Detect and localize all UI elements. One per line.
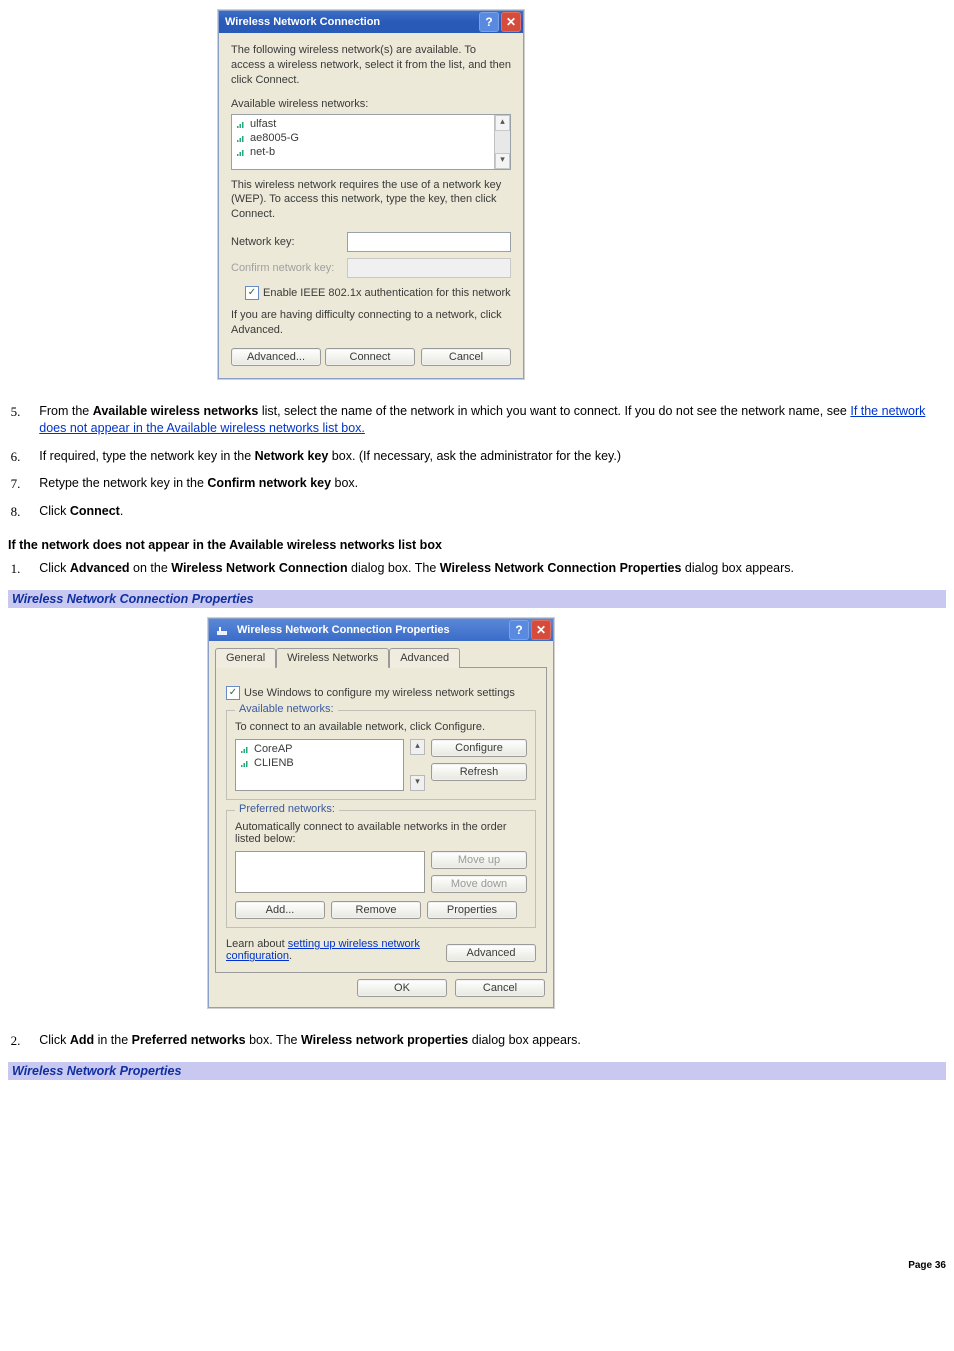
page-number: Page 36: [8, 1260, 946, 1271]
scroll-up-icon[interactable]: ▴: [495, 115, 510, 131]
list-item: Retype the network key in the Confirm ne…: [39, 475, 946, 493]
preferred-networks-list[interactable]: [235, 851, 425, 893]
dialog-titlebar: Wireless Network Connection ? ✕: [219, 11, 523, 33]
help-icon[interactable]: ?: [509, 620, 529, 640]
scrollbar[interactable]: ▴ ▾: [494, 115, 510, 169]
network-name: ae8005-G: [250, 132, 299, 144]
help-icon[interactable]: ?: [479, 12, 499, 32]
available-desc: To connect to an available network, clic…: [235, 721, 527, 733]
wep-note: This wireless network requires the use o…: [231, 178, 511, 223]
cancel-button[interactable]: Cancel: [421, 348, 511, 366]
confirm-key-input: [347, 258, 511, 278]
list-item: Click Advanced on the Wireless Network C…: [39, 560, 946, 578]
learn-about-text: Learn about setting up wireless network …: [226, 938, 426, 962]
available-networks-list[interactable]: CoreAP CLIENB: [235, 739, 404, 791]
dialog-titlebar: Wireless Network Connection Properties ?…: [209, 619, 553, 641]
checkbox-icon: ✓: [226, 686, 240, 700]
bluebar-properties: Wireless Network Connection Properties: [8, 590, 946, 608]
list-item: Click Add in the Preferred networks box.…: [39, 1032, 946, 1050]
move-up-button: Move up: [431, 851, 527, 869]
tab-wireless-networks[interactable]: Wireless Networks: [276, 648, 389, 668]
group-legend: Available networks:: [235, 703, 338, 715]
group-legend: Preferred networks:: [235, 803, 339, 815]
cancel-button[interactable]: Cancel: [455, 979, 545, 997]
ok-button[interactable]: OK: [357, 979, 447, 997]
list-item[interactable]: ulfast: [236, 117, 490, 131]
advanced-button[interactable]: Advanced: [446, 944, 536, 962]
signal-icon: [236, 147, 246, 157]
connect-button[interactable]: Connect: [325, 348, 415, 366]
close-icon[interactable]: ✕: [501, 12, 521, 32]
list-item: Click Connect.: [39, 503, 946, 521]
scroll-up-icon[interactable]: ▴: [410, 739, 425, 755]
tabs: General Wireless Networks Advanced: [209, 641, 553, 667]
available-networks-group: Available networks: To connect to an ava…: [226, 710, 536, 800]
wireless-properties-dialog: Wireless Network Connection Properties ?…: [208, 618, 554, 1008]
wireless-connection-dialog: Wireless Network Connection ? ✕ The foll…: [218, 10, 524, 379]
move-down-button: Move down: [431, 875, 527, 893]
signal-icon: [240, 744, 250, 754]
scroll-down-icon[interactable]: ▾: [495, 153, 510, 169]
list-item[interactable]: CoreAP: [240, 742, 399, 756]
tab-general[interactable]: General: [215, 648, 276, 668]
available-networks-list[interactable]: ulfast ae8005-G net-b ▴ ▾: [231, 114, 511, 170]
advanced-button[interactable]: Advanced...: [231, 348, 321, 366]
list-item[interactable]: CLIENB: [240, 756, 399, 770]
network-name: ulfast: [250, 118, 276, 130]
bluebar-network-properties: Wireless Network Properties: [8, 1062, 946, 1080]
preferred-networks-group: Preferred networks: Automatically connec…: [226, 810, 536, 928]
refresh-button[interactable]: Refresh: [431, 763, 527, 781]
enable-8021x-label: Enable IEEE 802.1x authentication for th…: [263, 287, 511, 299]
list-item: If required, type the network key in the…: [39, 448, 946, 466]
checkbox-icon: ✓: [245, 286, 259, 300]
tab-advanced[interactable]: Advanced: [389, 648, 460, 668]
scrollbar[interactable]: ▴ ▾: [410, 739, 425, 791]
confirm-key-label: Confirm network key:: [231, 262, 339, 274]
dialog-title: Wireless Network Connection: [225, 16, 380, 28]
dialog-intro: The following wireless network(s) are av…: [231, 43, 511, 88]
signal-icon: [240, 758, 250, 768]
network-name: CLIENB: [254, 757, 294, 769]
use-windows-checkbox[interactable]: ✓ Use Windows to configure my wireless n…: [226, 686, 536, 700]
signal-icon: [236, 133, 246, 143]
list-item: From the Available wireless networks lis…: [39, 403, 946, 438]
network-key-input[interactable]: [347, 232, 511, 252]
network-name: CoreAP: [254, 743, 293, 755]
network-name: net-b: [250, 146, 275, 158]
add-button[interactable]: Add...: [235, 901, 325, 919]
use-windows-label: Use Windows to configure my wireless net…: [244, 687, 515, 699]
wireless-icon: [215, 623, 229, 637]
enable-8021x-checkbox[interactable]: ✓ Enable IEEE 802.1x authentication for …: [245, 286, 511, 300]
configure-button[interactable]: Configure: [431, 739, 527, 757]
preferred-desc: Automatically connect to available netwo…: [235, 821, 527, 845]
list-item[interactable]: net-b: [236, 145, 490, 159]
section-heading: If the network does not appear in the Av…: [8, 538, 946, 552]
network-key-label: Network key:: [231, 236, 339, 248]
list-item[interactable]: ae8005-G: [236, 131, 490, 145]
close-icon[interactable]: ✕: [531, 620, 551, 640]
scroll-down-icon[interactable]: ▾: [410, 775, 425, 791]
properties-button[interactable]: Properties: [427, 901, 517, 919]
difficulty-note: If you are having difficulty connecting …: [231, 308, 511, 338]
available-networks-label: Available wireless networks:: [231, 98, 511, 110]
signal-icon: [236, 119, 246, 129]
dialog-title: Wireless Network Connection Properties: [237, 624, 450, 636]
remove-button[interactable]: Remove: [331, 901, 421, 919]
